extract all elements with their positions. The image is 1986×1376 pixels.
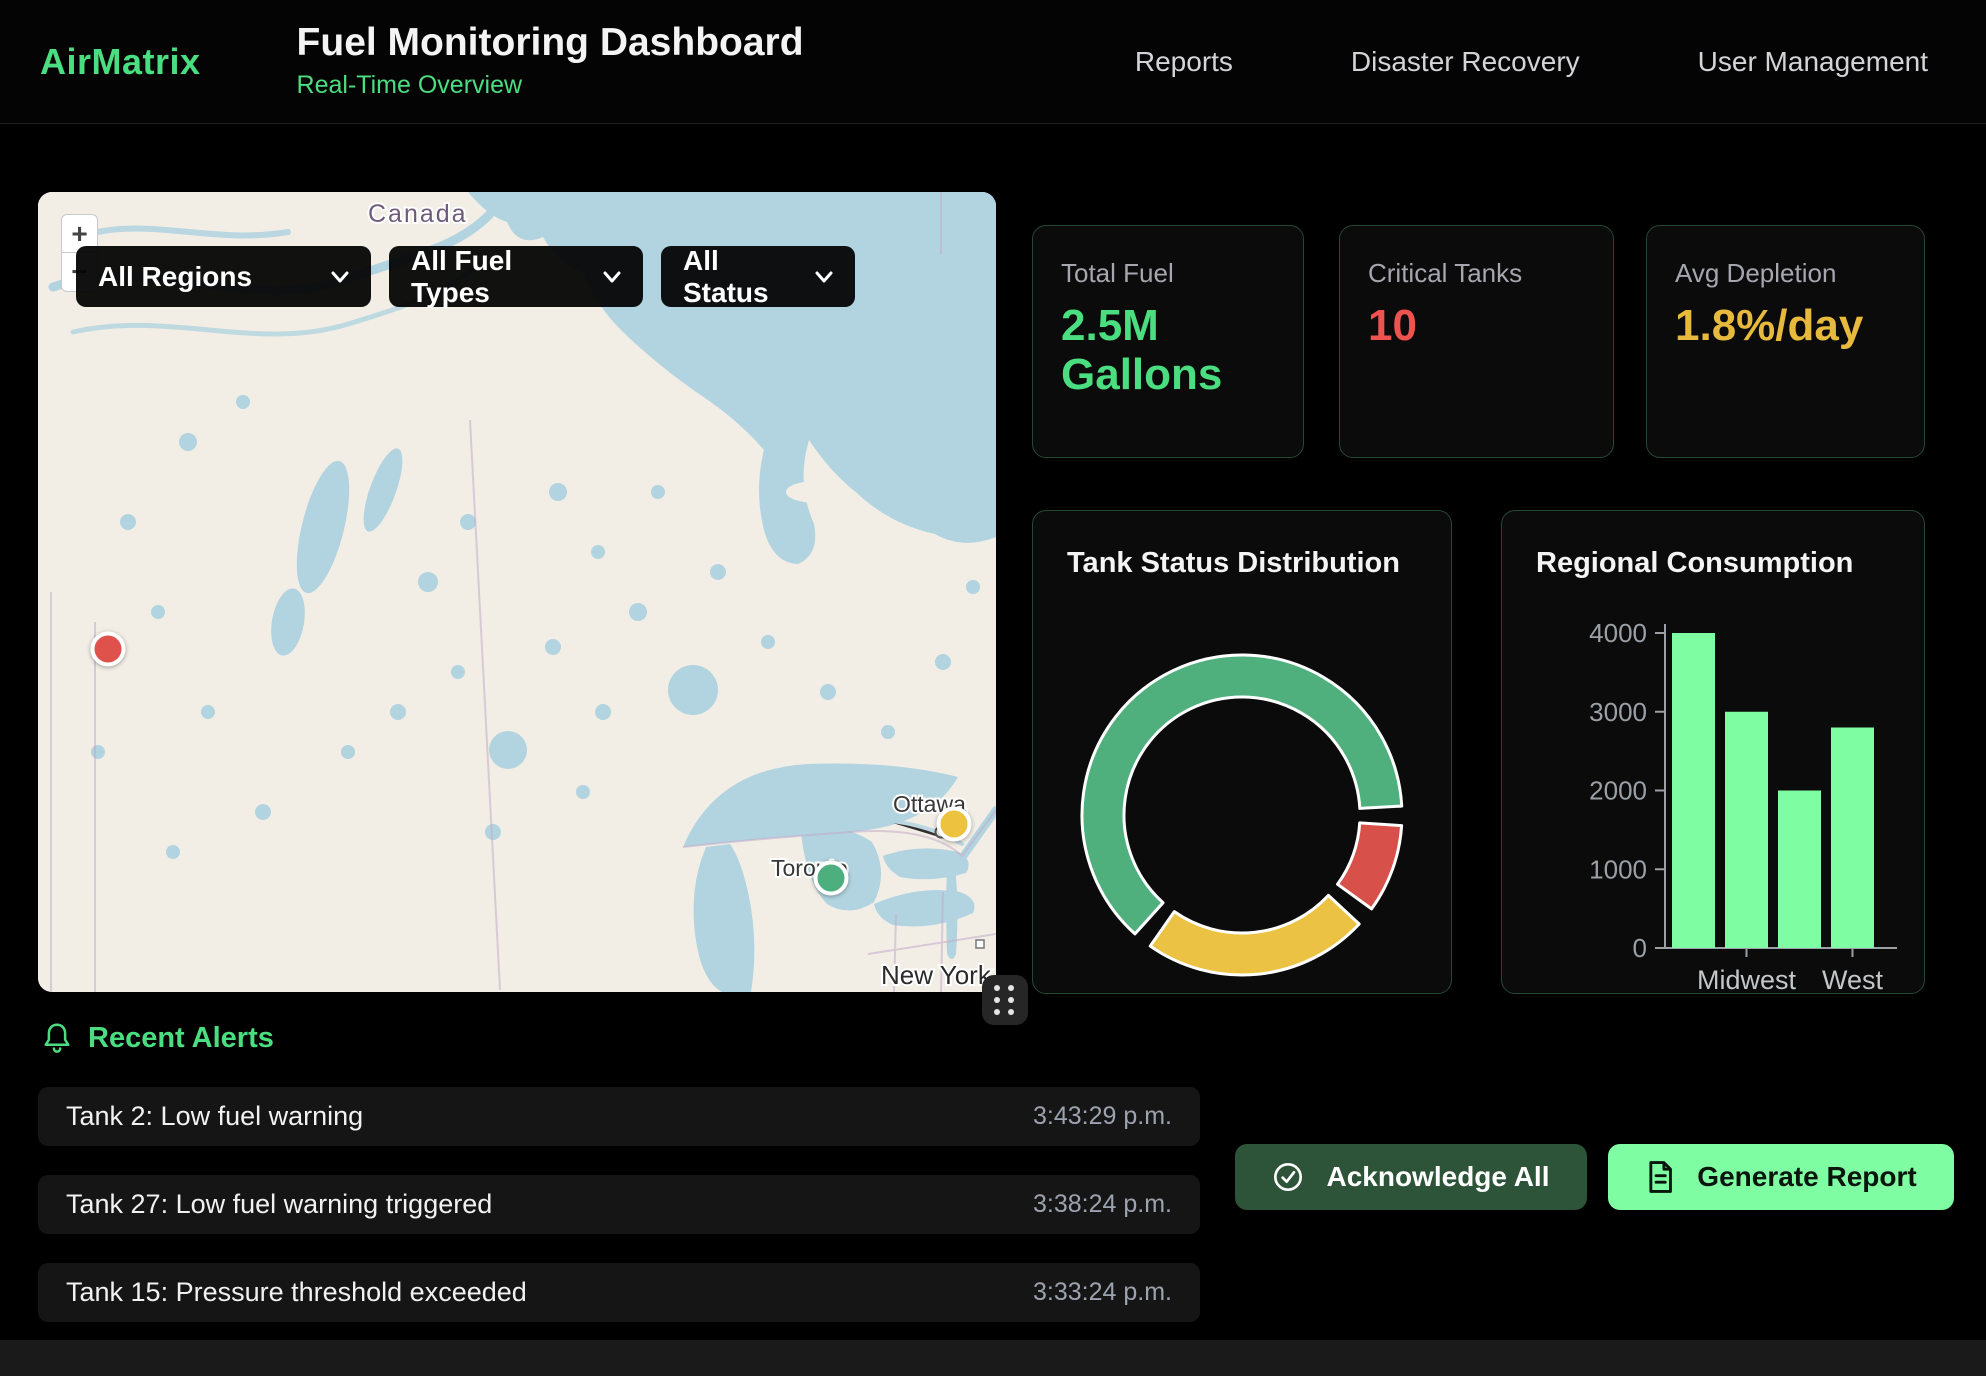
status-filter-dropdown[interactable]: All Status	[661, 246, 855, 307]
chevron-down-icon	[331, 271, 349, 283]
donut-segment-warning	[1150, 895, 1359, 975]
stat-value: 2.5M Gallons	[1061, 301, 1256, 400]
alerts-heading: Recent Alerts	[42, 1022, 274, 1055]
page-subtitle: Real-Time Overview	[297, 71, 804, 100]
y-tick-label: 4000	[1589, 618, 1647, 648]
map-label-country: Canada	[368, 200, 468, 228]
stat-value: 1.8%/day	[1675, 301, 1870, 350]
map-canvas[interactable]: Canada Ottawa Toronto New York + − All R…	[38, 192, 996, 992]
fuel-monitoring-dashboard: AirMatrix Fuel Monitoring Dashboard Real…	[0, 0, 1986, 1376]
map-marker-warning[interactable]	[937, 807, 972, 842]
nav-item-user-management[interactable]: User Management	[1698, 46, 1928, 78]
title-block: Fuel Monitoring Dashboard Real-Time Over…	[297, 23, 804, 100]
header: AirMatrix Fuel Monitoring Dashboard Real…	[0, 0, 1986, 124]
chevron-down-icon	[815, 271, 833, 283]
check-circle-icon	[1272, 1161, 1304, 1193]
stat-card-total-fuel: Total Fuel 2.5M Gallons	[1032, 225, 1304, 458]
x-tick-label: West	[1822, 965, 1884, 994]
tank-status-distribution-card: Tank Status Distribution	[1032, 510, 1452, 994]
alert-row[interactable]: Tank 2: Low fuel warning 3:43:29 p.m.	[38, 1087, 1200, 1146]
basemap: Canada Ottawa Toronto New York	[38, 192, 996, 992]
region-filter-value: All Regions	[98, 261, 252, 293]
stat-label: Critical Tanks	[1368, 258, 1585, 289]
map-marker-normal[interactable]	[814, 861, 849, 896]
stat-label: Avg Depletion	[1675, 258, 1896, 289]
report-document-icon	[1645, 1160, 1675, 1194]
bell-icon	[42, 1022, 72, 1055]
acknowledge-all-button[interactable]: Acknowledge All	[1235, 1144, 1587, 1210]
bar	[1725, 712, 1768, 948]
generate-report-button[interactable]: Generate Report	[1608, 1144, 1954, 1210]
region-filter-dropdown[interactable]: All Regions	[76, 246, 371, 307]
page-title: Fuel Monitoring Dashboard	[297, 23, 804, 64]
map-marker-critical[interactable]	[91, 632, 126, 667]
footer-strip	[0, 1340, 1986, 1376]
y-tick-label: 0	[1633, 933, 1647, 963]
stat-value: 10	[1368, 301, 1563, 350]
stat-card-avg-depletion: Avg Depletion 1.8%/day	[1646, 225, 1925, 458]
bar	[1672, 633, 1715, 948]
map-label-new-york: New York	[881, 960, 992, 990]
map-filters: All Regions All Fuel Types All Status	[76, 246, 855, 307]
fuel-type-filter-value: All Fuel Types	[411, 245, 579, 309]
alert-row[interactable]: Tank 15: Pressure threshold exceeded 3:3…	[38, 1263, 1200, 1322]
bar	[1778, 791, 1821, 949]
top-nav: Reports Disaster Recovery User Managemen…	[1135, 46, 1928, 78]
status-filter-value: All Status	[683, 245, 791, 309]
alert-text: Tank 27: Low fuel warning triggered	[66, 1189, 492, 1220]
acknowledge-all-label: Acknowledge All	[1326, 1161, 1549, 1193]
alerts-heading-text: Recent Alerts	[88, 1022, 274, 1055]
chevron-down-icon	[603, 271, 621, 283]
nav-item-disaster-recovery[interactable]: Disaster Recovery	[1351, 46, 1580, 78]
alert-text: Tank 2: Low fuel warning	[66, 1101, 363, 1132]
map-resize-grip[interactable]	[982, 975, 1028, 1025]
nav-item-reports[interactable]: Reports	[1135, 46, 1233, 78]
alert-time: 3:38:24 p.m.	[1033, 1190, 1172, 1219]
generate-report-label: Generate Report	[1697, 1161, 1916, 1193]
alert-time: 3:33:24 p.m.	[1033, 1278, 1172, 1307]
donut-segment-critical	[1338, 823, 1402, 909]
alert-time: 3:43:29 p.m.	[1033, 1102, 1172, 1131]
fuel-type-filter-dropdown[interactable]: All Fuel Types	[389, 246, 643, 307]
regional-consumption-card: Regional Consumption 01000200030004000Mi…	[1501, 510, 1925, 994]
bar	[1831, 728, 1874, 949]
brand-logo[interactable]: AirMatrix	[40, 41, 201, 83]
alert-text: Tank 15: Pressure threshold exceeded	[66, 1277, 527, 1308]
stat-card-critical-tanks: Critical Tanks 10	[1339, 225, 1614, 458]
bar-chart: 0 1000 2000 3000 4000 Midwest West	[1502, 511, 1925, 994]
donut-chart	[1033, 511, 1452, 994]
y-tick-label: 2000	[1589, 776, 1647, 806]
x-tick-label: Midwest	[1697, 965, 1797, 994]
stat-label: Total Fuel	[1061, 258, 1275, 289]
y-tick-label: 3000	[1589, 697, 1647, 727]
y-tick-label: 1000	[1589, 854, 1647, 884]
alert-row[interactable]: Tank 27: Low fuel warning triggered 3:38…	[38, 1175, 1200, 1234]
